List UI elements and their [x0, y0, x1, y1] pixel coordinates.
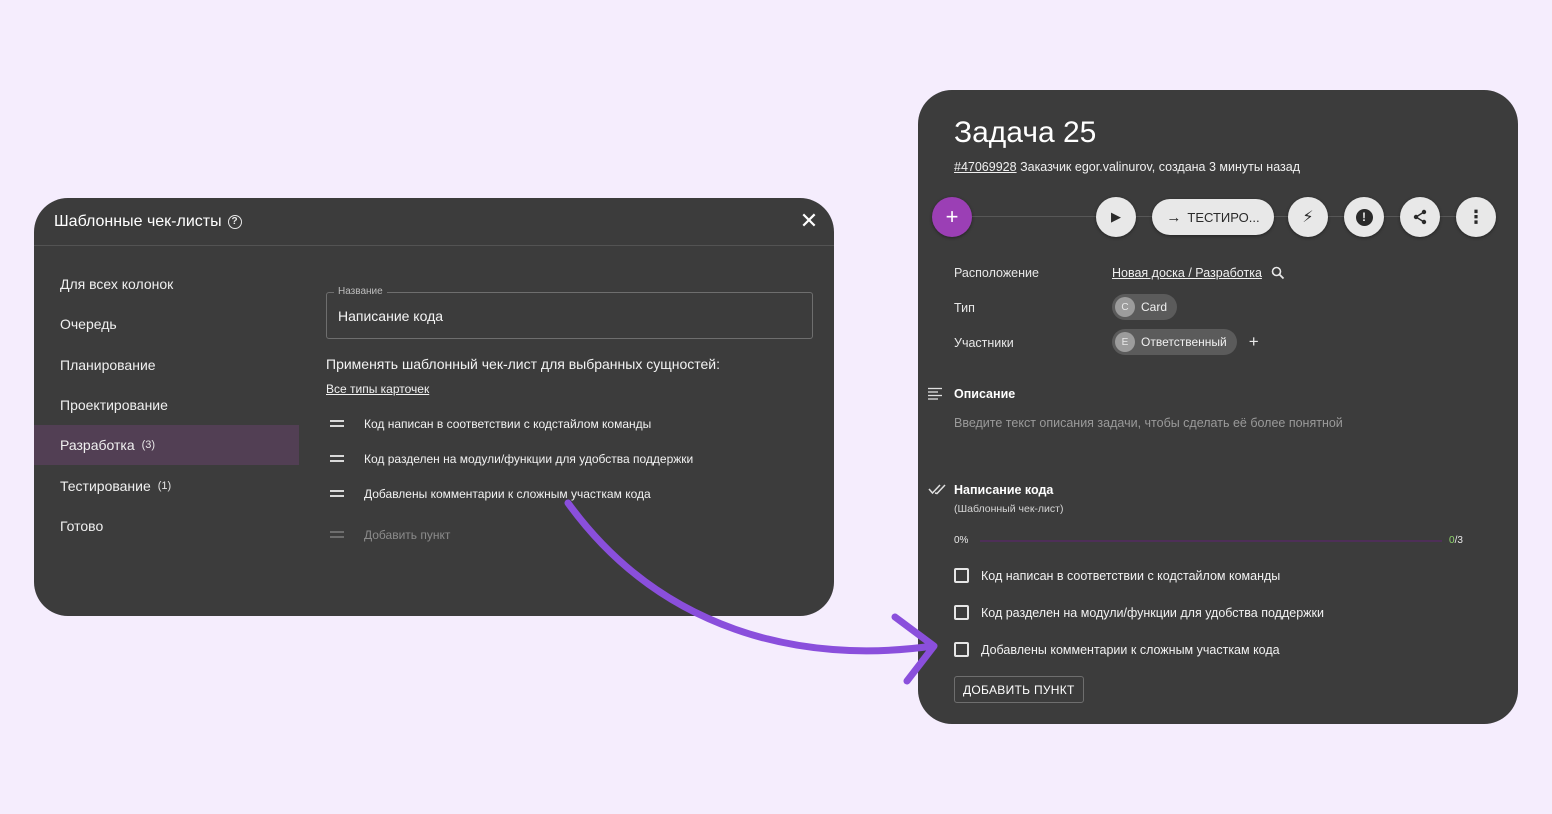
task-title: Задача 25 [954, 116, 1097, 149]
column-item-label: Разработка [60, 437, 135, 454]
template-item[interactable]: Код написан в соответствии с кодстайлом … [326, 406, 813, 441]
add-member-icon[interactable]: + [1249, 332, 1259, 352]
dialog-header: Шаблонные чек-листы ? ✕ [34, 198, 834, 246]
add-item-placeholder: Добавить пункт [364, 527, 451, 542]
type-chip-label: Card [1141, 300, 1168, 314]
checklist-item-text: Код разделен на модули/функции для удобс… [981, 605, 1324, 620]
members-value: E Ответственный + [1112, 329, 1259, 355]
checklist-item-text: Добавлены комментарии к сложным участкам… [981, 642, 1280, 657]
checklist-item[interactable]: Добавлены комментарии к сложным участкам… [954, 642, 1280, 657]
name-field-value: Написание кода [338, 308, 444, 324]
task-meta: #47069928 Заказчик egor.valinurov, созда… [954, 160, 1300, 174]
column-item-planning[interactable]: Планирование [34, 345, 299, 385]
column-item-all[interactable]: Для всех колонок [34, 264, 299, 304]
column-item-count: (1) [157, 479, 172, 492]
column-item-count: (3) [141, 439, 156, 452]
members-label: Участники [954, 336, 1014, 350]
progress-total: /3 [1454, 535, 1463, 546]
column-item-label: Очередь [60, 316, 117, 333]
column-item-label: Для всех колонок [60, 276, 174, 293]
drag-handle-icon [330, 528, 344, 541]
template-item-text: Код написан в соответствии с кодстайлом … [364, 416, 652, 431]
location-link[interactable]: Новая доска / Разработка [1112, 266, 1262, 280]
dialog-title: Шаблонные чек-листы [54, 212, 222, 230]
task-card: Задача 25 #47069928 Заказчик egor.valinu… [918, 90, 1518, 724]
created-time: , создана 3 минуты назад [1151, 160, 1301, 174]
alert-icon: ! [1355, 208, 1373, 226]
checklist-subtitle: (Шаблонный чек-лист) [954, 503, 1064, 515]
status-label: ТЕСТИРО... [1187, 209, 1260, 225]
column-item-label: Планирование [60, 356, 156, 373]
close-icon[interactable]: ✕ [798, 210, 820, 232]
all-card-types-link[interactable]: Все типы карточек [326, 382, 429, 396]
location-value: Новая доска / Разработка [1112, 266, 1285, 280]
template-item-text: Код разделен на модули/функции для удобс… [364, 451, 694, 466]
type-chip[interactable]: C Card [1112, 294, 1178, 320]
columns-list: Для всех колонок Очередь Планирование Пр… [34, 264, 299, 546]
description-title: Описание [954, 387, 1016, 401]
start-button[interactable]: ▶ [1096, 197, 1136, 237]
apply-text: Применять шаблонный чек-лист для выбранн… [326, 356, 721, 372]
description-icon [928, 387, 942, 400]
drag-handle-icon[interactable] [330, 487, 344, 500]
checklist-item-text: Код написан в соответствии с кодстайлом … [981, 568, 1281, 583]
search-icon[interactable] [1271, 266, 1285, 280]
flow-arrow-icon [564, 499, 938, 685]
play-icon: ▶ [1111, 209, 1121, 224]
type-value: C Card [1112, 294, 1178, 320]
template-item[interactable]: Код разделен на модули/функции для удобс… [326, 441, 813, 476]
help-icon[interactable]: ? [227, 214, 242, 229]
arrow-right-icon: → [1166, 208, 1182, 226]
customer-name[interactable]: egor.valinurov [1075, 160, 1152, 174]
column-item-queue[interactable]: Очередь [34, 304, 299, 344]
checklist-name-field[interactable]: Название Написание кода [326, 286, 813, 339]
progress-count: 0/3 [1449, 535, 1463, 546]
customer-prefix: Заказчик [1020, 160, 1072, 174]
more-vert-icon: ⋮ [1467, 206, 1485, 227]
type-avatar: C [1115, 297, 1135, 317]
progress-bar [980, 540, 1442, 542]
add-checklist-item-button[interactable]: ДОБАВИТЬ ПУНКТ [954, 676, 1084, 703]
share-button[interactable] [1400, 197, 1440, 237]
column-item-label: Тестирование [60, 477, 151, 494]
member-chip-label: Ответственный [1141, 335, 1227, 349]
task-actions-bar: + ▶ → ТЕСТИРО... ⚡ ! ⋮ [932, 197, 1502, 237]
drag-handle-icon[interactable] [330, 417, 344, 430]
checklist-item[interactable]: Код разделен на модули/функции для удобс… [954, 605, 1324, 620]
description-input[interactable]: Введите текст описания задачи, чтобы сде… [954, 416, 1343, 430]
column-item-testing[interactable]: Тестирование (1) [34, 465, 299, 505]
column-item-design[interactable]: Проектирование [34, 385, 299, 425]
member-avatar: E [1115, 332, 1135, 352]
task-id-link[interactable]: #47069928 [954, 160, 1017, 174]
location-label: Расположение [954, 266, 1039, 280]
checklist-title: Написание кода [954, 483, 1054, 497]
drag-handle-icon[interactable] [330, 452, 344, 465]
priority-button[interactable]: ! [1344, 197, 1384, 237]
share-icon [1413, 209, 1427, 225]
move-status-button[interactable]: → ТЕСТИРО... [1152, 199, 1274, 235]
name-field-label: Название [334, 286, 387, 297]
column-item-done[interactable]: Готово [34, 506, 299, 546]
automation-button[interactable]: ⚡ [1288, 197, 1328, 237]
column-item-label: Готово [60, 517, 104, 534]
plus-icon: + [945, 204, 959, 229]
member-chip[interactable]: E Ответственный [1112, 329, 1237, 355]
add-button[interactable]: + [932, 197, 972, 237]
flash-icon: ⚡ [1302, 209, 1314, 226]
column-item-label: Проектирование [60, 397, 168, 414]
checklist-item[interactable]: Код написан в соответствии с кодстайлом … [954, 568, 1280, 583]
type-label: Тип [954, 301, 975, 315]
more-button[interactable]: ⋮ [1456, 197, 1496, 237]
column-item-development[interactable]: Разработка (3) [34, 425, 299, 466]
